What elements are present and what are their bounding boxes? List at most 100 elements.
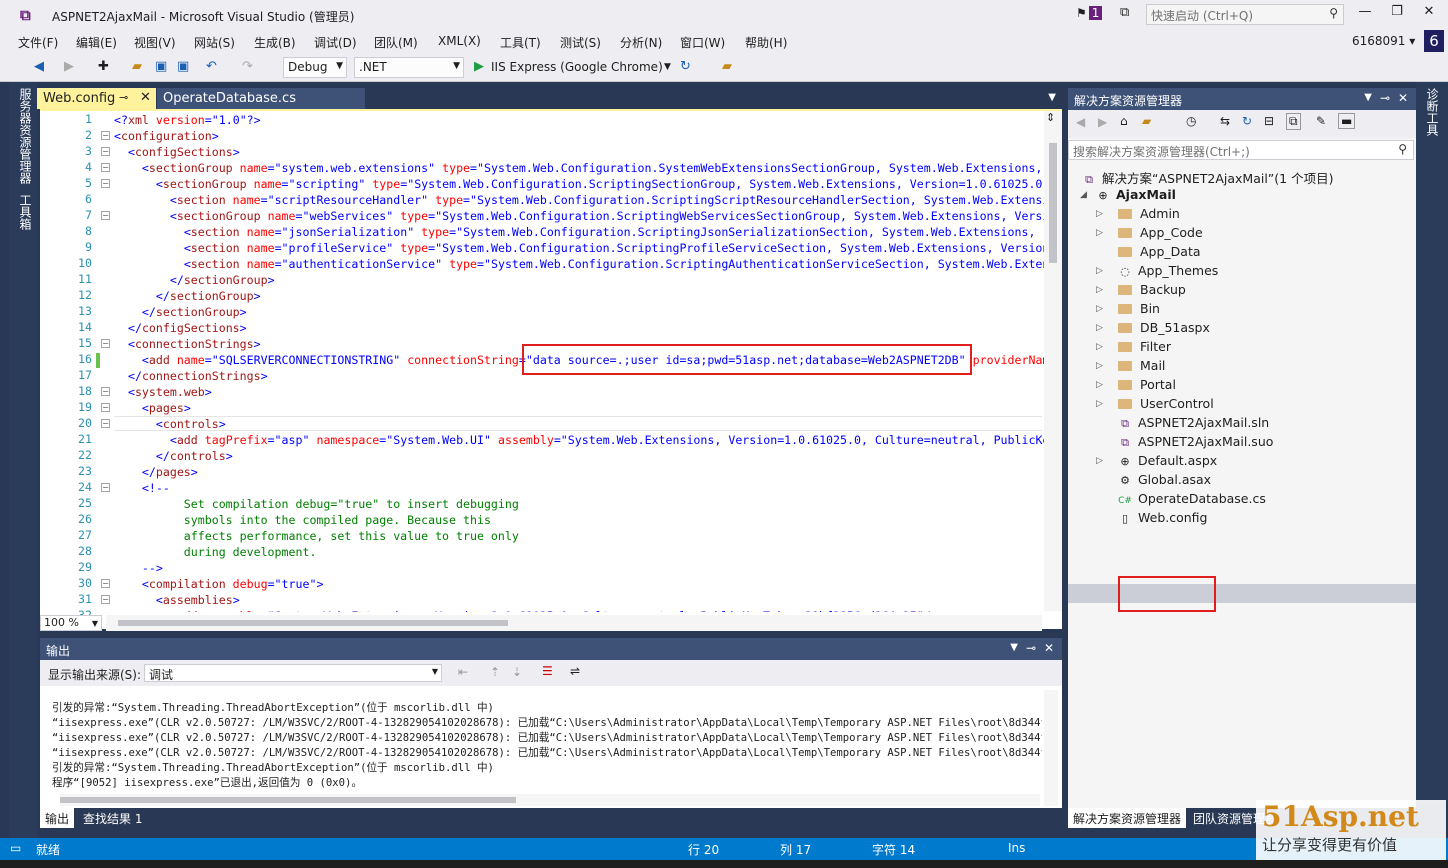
toolbox-tab[interactable]: 工具箱 (17, 194, 34, 230)
open-file-icon[interactable]: ▰ (132, 59, 142, 74)
tree-item[interactable]: App_Data (1096, 244, 1201, 263)
editor-vertical-scrollbar[interactable]: ⇕ (1044, 111, 1062, 611)
scroll-thumb[interactable] (60, 797, 516, 803)
expand-arrow-icon[interactable]: ▷ (1096, 209, 1103, 219)
menu-window[interactable]: 窗口(W) (680, 34, 725, 51)
tree-item[interactable]: ⧉ ASPNET2AjaxMail.suo (1096, 434, 1273, 453)
undo-icon[interactable]: ↶ (206, 59, 217, 74)
tree-item[interactable]: ⚙ Global.asax (1096, 472, 1211, 491)
tree-item[interactable]: ▷ ◌ App_Themes (1096, 263, 1218, 282)
menu-analyze[interactable]: 分析(N) (620, 34, 662, 51)
notifications-flag-icon[interactable]: ⚑ 1 (1076, 6, 1103, 20)
output-text[interactable]: 引发的异常:“System.Threading.ThreadAbortExcep… (52, 686, 1042, 794)
pin-icon[interactable]: ⊸ (1380, 91, 1390, 105)
close-icon[interactable]: ✕ (1398, 91, 1408, 105)
tab-output[interactable]: 输出 (40, 808, 75, 828)
menu-tools[interactable]: 工具(T) (500, 34, 541, 51)
code-editor[interactable]: 1 2−3−4−5−6 7−8 9 10 11 12 13 14 15−16 17 18−19−20−… (40, 109, 1062, 631)
quick-launch-input[interactable]: 快速启动 (Ctrl+Q) ⚲ (1146, 4, 1344, 25)
previous-message-icon[interactable]: ⇡ (490, 665, 500, 679)
fold-toggle-icon[interactable]: − (101, 419, 110, 428)
tree-item[interactable]: ▷ ⊕ Default.aspx (1096, 453, 1217, 472)
redo-icon[interactable]: ↷ (242, 59, 253, 74)
expand-arrow-icon[interactable]: ▷ (1096, 456, 1103, 466)
output-horizontal-scrollbar[interactable] (60, 794, 1040, 806)
zoom-select[interactable]: 100 % ▼ (40, 615, 102, 631)
menu-team[interactable]: 团队(M) (374, 34, 418, 51)
menu-xml[interactable]: XML(X) (438, 34, 481, 48)
tab-find-results[interactable]: 查找结果 1 (78, 808, 147, 828)
output-source-select[interactable]: 调试 ▼ (144, 664, 442, 682)
tab-operate-database[interactable]: OperateDatabase.cs (157, 88, 365, 109)
pin-icon[interactable]: ⊸ (1026, 641, 1036, 655)
back-icon[interactable]: ◀ (1076, 115, 1085, 129)
tree-item[interactable]: ▷ Admin (1096, 206, 1180, 225)
preview-icon[interactable]: ▬ (1338, 113, 1356, 129)
menu-website[interactable]: 网站(S) (194, 34, 235, 51)
expand-arrow-icon[interactable]: ▷ (1096, 285, 1103, 295)
expand-arrow-icon[interactable]: ▷ (1096, 228, 1103, 238)
save-icon[interactable]: ▣ (155, 59, 167, 74)
run-target-button[interactable]: IIS Express (Google Chrome) (491, 60, 663, 74)
fold-toggle-icon[interactable]: − (101, 403, 110, 412)
pending-changes-icon[interactable]: ◷ (1186, 114, 1196, 128)
new-project-icon[interactable]: ✚ (98, 59, 109, 74)
tree-item[interactable]: ▷ App_Code (1096, 225, 1203, 244)
menu-edit[interactable]: 编辑(E) (76, 34, 117, 51)
split-icon[interactable]: ⇕ (1046, 111, 1055, 124)
tree-item[interactable]: ▯ Web.config (1096, 510, 1208, 529)
expand-arrow-icon[interactable]: ▷ (1096, 266, 1103, 276)
minimize-button[interactable]: — (1350, 4, 1380, 24)
expand-arrow-icon[interactable]: ▷ (1096, 304, 1103, 314)
close-icon[interactable]: ✕ (1044, 641, 1054, 655)
fold-toggle-icon[interactable]: − (101, 131, 110, 140)
expand-arrow-icon[interactable]: ▷ (1096, 399, 1103, 409)
fold-toggle-icon[interactable]: − (101, 579, 110, 588)
restore-button[interactable]: ❐ (1382, 4, 1412, 24)
tab-list-dropdown-icon[interactable]: ▼ (1048, 92, 1056, 103)
fold-toggle-icon[interactable]: − (101, 595, 110, 604)
scroll-thumb[interactable] (118, 620, 508, 626)
home-icon[interactable]: ⌂ (1120, 114, 1128, 128)
pin-icon[interactable]: ⊸ (119, 91, 128, 104)
menu-file[interactable]: 文件(F) (18, 34, 58, 51)
tree-item[interactable]: ▷ Filter (1096, 339, 1171, 358)
chevron-down-icon[interactable]: ▼ (664, 62, 671, 72)
account-badge[interactable]: 6 (1424, 30, 1444, 52)
close-button[interactable]: ✕ (1414, 4, 1444, 24)
fold-toggle-icon[interactable]: − (101, 211, 110, 220)
clear-all-icon[interactable]: ☰ (542, 664, 553, 678)
tree-item[interactable]: ▷ Portal (1096, 377, 1176, 396)
tree-item[interactable]: ▷ Backup (1096, 282, 1186, 301)
next-message-icon[interactable]: ⇣ (512, 665, 522, 679)
diagnostic-tools-tab[interactable]: 诊断工具 (1424, 88, 1441, 136)
chevron-down-icon[interactable]: ▼ (1364, 92, 1372, 103)
tree-item[interactable]: ▷ UserControl (1096, 396, 1214, 415)
show-all-files-icon[interactable]: ⧉ (1286, 113, 1301, 130)
tree-item[interactable]: ⧉ ASPNET2AjaxMail.sln (1096, 415, 1269, 434)
menu-build[interactable]: 生成(B) (254, 34, 296, 51)
server-explorer-tab[interactable]: 服务器资源管理器 (17, 88, 34, 184)
refresh-icon[interactable]: ↻ (680, 59, 691, 74)
collapse-all-icon[interactable]: ⊟ (1264, 114, 1274, 128)
expand-arrow-icon[interactable]: ▷ (1096, 361, 1103, 371)
framework-select[interactable]: .NET ▼ (354, 57, 464, 78)
fold-toggle-icon[interactable]: − (101, 483, 110, 492)
feedback-icon[interactable]: ⧉ (1120, 5, 1129, 20)
tree-project[interactable]: ◢ ⊕ AjaxMail (1080, 187, 1176, 206)
menu-help[interactable]: 帮助(H) (745, 34, 787, 51)
tab-web-config[interactable]: Web.config ⊸ ✕ (37, 88, 156, 109)
word-wrap-icon[interactable]: ⇌ (570, 664, 580, 678)
forward-icon[interactable]: ▶ (64, 59, 74, 74)
expand-arrow-icon[interactable]: ▷ (1096, 323, 1103, 333)
fold-toggle-icon[interactable]: − (101, 387, 110, 396)
menu-view[interactable]: 视图(V) (134, 34, 176, 51)
properties-icon[interactable]: ✎ (1316, 114, 1326, 128)
expand-arrow-icon[interactable]: ▷ (1096, 380, 1103, 390)
account-id[interactable]: 6168091 ▾ (1352, 34, 1415, 48)
chevron-down-icon[interactable]: ▼ (1010, 642, 1018, 653)
fold-toggle-icon[interactable]: − (101, 339, 110, 348)
configuration-select[interactable]: Debug ▼ (283, 57, 347, 78)
tree-item[interactable]: C# OperateDatabase.cs (1096, 491, 1266, 510)
close-icon[interactable]: ✕ (140, 90, 151, 105)
